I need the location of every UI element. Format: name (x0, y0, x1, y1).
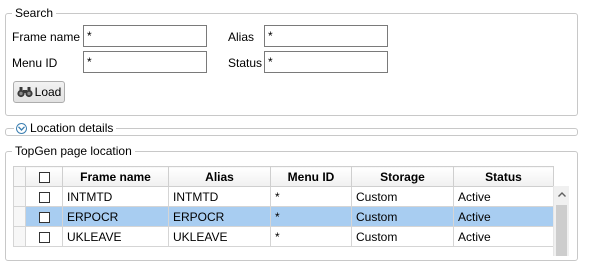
search-legend: Search (12, 6, 57, 20)
cell-frame-name[interactable]: INTMTD (62, 186, 169, 207)
cell-alias[interactable]: UKLEAVE (168, 226, 271, 247)
vertical-scrollbar[interactable] (553, 186, 569, 256)
row-checkbox-cell[interactable] (25, 226, 63, 247)
table-header-row: Frame name Alias Menu ID Storage Status (13, 166, 554, 187)
cell-alias[interactable]: INTMTD (168, 186, 271, 207)
load-label: Load (34, 85, 62, 99)
cell-storage[interactable]: Custom (351, 186, 454, 207)
row-header[interactable] (13, 226, 26, 247)
alias-input[interactable] (264, 25, 388, 47)
load-button[interactable]: Load (13, 81, 65, 103)
location-details-toggle[interactable]: Location details (14, 121, 117, 135)
topgen-table: Frame name Alias Menu ID Storage Status … (13, 166, 554, 247)
table-row[interactable]: INTMTD INTMTD * Custom Active (13, 186, 554, 207)
scroll-thumb[interactable] (556, 205, 567, 256)
cell-menu-id[interactable]: * (270, 226, 352, 247)
frame-name-input[interactable] (83, 25, 207, 47)
column-header-storage[interactable]: Storage (351, 166, 454, 187)
cell-alias[interactable]: ERPOCR (168, 206, 271, 227)
cell-menu-id[interactable]: * (270, 206, 352, 227)
select-all-checkbox-cell[interactable] (25, 166, 63, 187)
column-header-alias[interactable]: Alias (168, 166, 271, 187)
row-checkbox[interactable] (38, 211, 50, 223)
frame-name-label: Frame name (12, 30, 81, 44)
table-row[interactable]: UKLEAVE UKLEAVE * Custom Active (13, 226, 554, 247)
chevron-down-circle-icon (16, 122, 27, 134)
column-header-menu-id[interactable]: Menu ID (270, 166, 352, 187)
cell-menu-id[interactable]: * (270, 186, 352, 207)
binoculars-icon (17, 86, 33, 98)
cell-status[interactable]: Active (453, 206, 554, 227)
cell-status[interactable]: Active (453, 226, 554, 247)
cell-storage[interactable]: Custom (351, 226, 454, 247)
scroll-up-arrow-icon[interactable] (554, 186, 569, 203)
cell-frame-name[interactable]: UKLEAVE (62, 226, 169, 247)
status-input[interactable] (264, 51, 388, 73)
cell-storage[interactable]: Custom (351, 206, 454, 227)
menu-id-input[interactable] (83, 51, 207, 73)
location-details-label: Location details (30, 121, 114, 135)
cell-status[interactable]: Active (453, 186, 554, 207)
alias-label: Alias (228, 30, 255, 44)
select-all-checkbox[interactable] (38, 171, 50, 183)
row-header[interactable] (13, 186, 26, 207)
row-checkbox-cell[interactable] (25, 206, 63, 227)
topgen-grid: Frame name Alias Menu ID Storage Status … (13, 166, 569, 256)
column-header-frame-name[interactable]: Frame name (62, 166, 169, 187)
row-checkbox[interactable] (38, 191, 50, 203)
table-row-selected[interactable]: ERPOCR ERPOCR * Custom Active (13, 206, 554, 227)
row-checkbox[interactable] (38, 231, 50, 243)
status-label: Status (228, 56, 263, 70)
row-header-corner (13, 166, 26, 187)
menu-id-label: Menu ID (12, 56, 58, 70)
row-header[interactable] (13, 206, 26, 227)
row-checkbox-cell[interactable] (25, 186, 63, 207)
column-header-status[interactable]: Status (453, 166, 554, 187)
cell-frame-name[interactable]: ERPOCR (62, 206, 169, 227)
topgen-legend: TopGen page location (12, 144, 135, 158)
